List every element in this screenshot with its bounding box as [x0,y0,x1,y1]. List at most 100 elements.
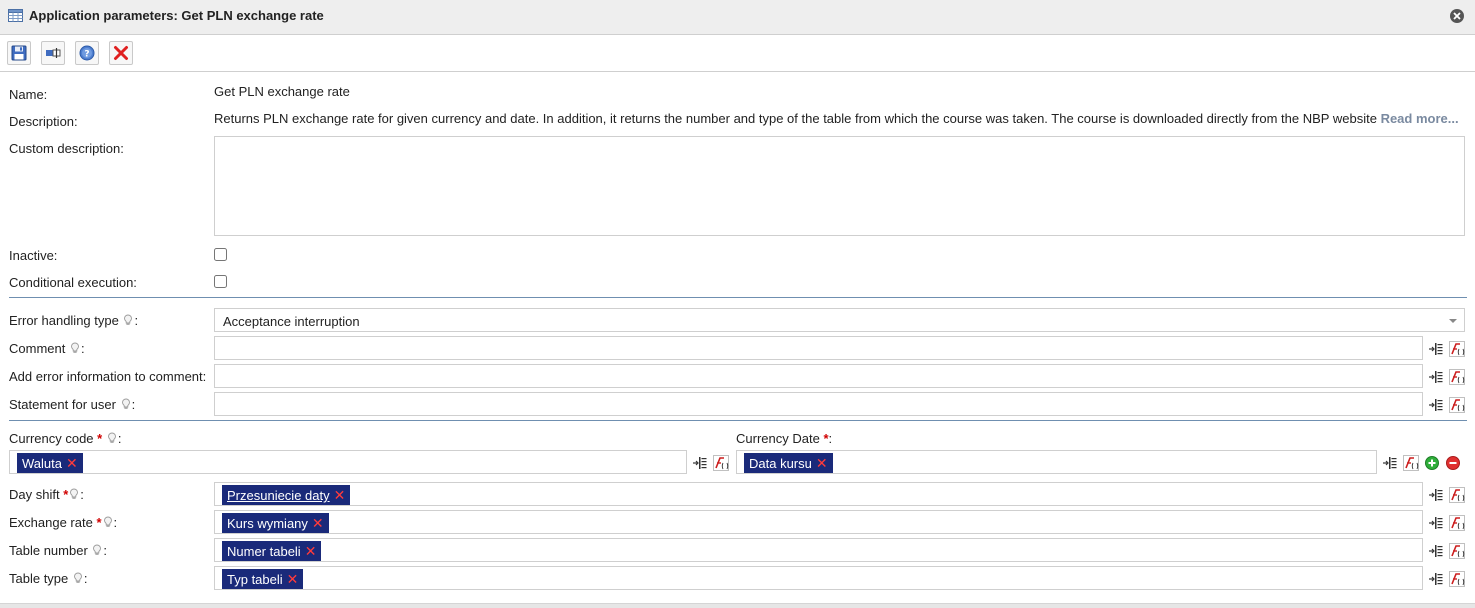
name-value: Get PLN exchange rate [214,84,350,99]
table-type-tag[interactable]: Typ tabeli ✕ [222,569,304,589]
insert-field-icon[interactable] [1428,571,1444,587]
currency-date-tag[interactable]: Data kursu ✕ [744,453,833,473]
close-button[interactable] [1449,8,1465,27]
comment-label-text: Comment [9,341,66,356]
delete-button[interactable] [109,41,133,65]
conditional-execution-checkbox[interactable] [214,275,227,288]
svg-text:?: ? [84,50,89,60]
insert-field-icon[interactable] [692,455,708,471]
description-value: Returns PLN exchange rate for given curr… [214,111,1459,126]
table-number-label-text: Table number [9,543,88,558]
formula-icon[interactable] [1403,455,1419,471]
colon: : [117,431,122,446]
custom-description-textarea[interactable] [214,136,1465,236]
table-type-input[interactable]: Typ tabeli ✕ [214,566,1423,590]
formula-icon[interactable] [1449,341,1465,357]
table-number-tag[interactable]: Numer tabeli ✕ [222,541,322,561]
remove-tag-icon[interactable]: ✕ [334,487,346,503]
error-handling-selected: Acceptance interruption [223,314,360,329]
lightbulb-icon[interactable] [123,314,133,326]
formula-icon[interactable] [713,455,729,471]
table-type-label-text: Table type [9,571,69,586]
formula-icon[interactable] [1449,515,1465,531]
horizontal-scrollbar[interactable] [0,603,1475,608]
save-button[interactable] [7,41,31,65]
exchange-rate-tag[interactable]: Kurs wymiany ✕ [222,513,329,533]
window-title: Application parameters: Get PLN exchange… [29,8,324,23]
custom-description-label: Custom description: [9,141,124,156]
statement-label-text: Statement for user [9,397,116,412]
colon: : [103,543,108,558]
lightbulb-icon[interactable] [73,572,83,584]
remove-tag-icon[interactable]: ✕ [287,571,299,587]
insert-field-icon[interactable] [1428,515,1444,531]
day-shift-label: Day shift *: [9,487,84,502]
tag-label: Waluta [22,456,62,471]
required-marker: * [63,487,69,502]
remove-tag-icon[interactable]: ✕ [66,455,78,471]
read-more-link[interactable]: Read more... [1381,111,1459,126]
remove-tag-icon[interactable]: ✕ [305,543,317,559]
add-error-info-input[interactable] [214,364,1423,388]
inactive-checkbox[interactable] [214,248,227,261]
currency-date-input[interactable]: Data kursu ✕ [736,450,1377,474]
colon: : [134,313,139,328]
conditional-execution-label: Conditional execution: [9,275,137,290]
insert-field-icon[interactable] [1428,341,1444,357]
formula-icon[interactable] [1449,397,1465,413]
insert-field-icon[interactable] [1382,455,1398,471]
lightbulb-icon[interactable] [121,398,131,410]
lightbulb-icon[interactable] [69,488,79,500]
window-titlebar: Application parameters: Get PLN exchange… [0,0,1475,35]
day-shift-tag[interactable]: Przesuniecie daty ✕ [222,485,351,505]
insert-field-icon[interactable] [1428,369,1444,385]
comment-label: Comment : [9,341,85,356]
tag-label: Typ tabeli [227,572,283,587]
exchange-rate-label-text: Exchange rate [9,515,93,530]
save-icon [11,45,27,61]
error-handling-label-text: Error handling type [9,313,119,328]
lightbulb-icon[interactable] [107,432,117,444]
formula-icon[interactable] [1449,369,1465,385]
tag-label: Kurs wymiany [227,516,308,531]
insert-field-icon[interactable] [1428,397,1444,413]
remove-circle-icon[interactable] [1445,455,1461,471]
variables-button[interactable] [41,41,65,65]
comment-input[interactable] [214,336,1423,360]
formula-icon[interactable] [1449,571,1465,587]
currency-code-tag[interactable]: Waluta ✕ [17,453,83,473]
formula-icon[interactable] [1449,487,1465,503]
exchange-rate-label: Exchange rate *: [9,515,117,530]
lightbulb-icon[interactable] [92,544,102,556]
error-handling-label: Error handling type : [9,313,138,328]
insert-field-icon[interactable] [1428,487,1444,503]
exchange-rate-input[interactable]: Kurs wymiany ✕ [214,510,1423,534]
add-circle-icon[interactable] [1424,455,1440,471]
remove-tag-icon[interactable]: ✕ [312,515,324,531]
statement-label: Statement for user : [9,397,135,412]
lightbulb-icon[interactable] [103,516,113,528]
statement-input[interactable] [214,392,1423,416]
tag-label: Przesuniecie daty [227,488,330,503]
colon: : [828,431,833,446]
error-handling-select[interactable]: Acceptance interruption [214,308,1465,332]
required-marker: * [96,515,102,530]
tag-label: Data kursu [749,456,812,471]
insert-field-icon[interactable] [1428,543,1444,559]
currency-code-input[interactable]: Waluta ✕ [9,450,687,474]
table-type-label: Table type : [9,571,88,586]
section-divider [9,420,1467,421]
help-button[interactable]: ? [75,41,99,65]
add-error-info-label: Add error information to comment: [9,369,207,384]
name-label: Name: [9,87,48,102]
formula-icon[interactable] [1449,543,1465,559]
remove-tag-icon[interactable]: ✕ [816,455,828,471]
required-marker: * [97,431,103,446]
description-label: Description: [9,114,78,129]
table-number-label: Table number : [9,543,107,558]
colon: : [131,397,136,412]
currency-code-label-text: Currency code [9,431,94,446]
table-number-input[interactable]: Numer tabeli ✕ [214,538,1423,562]
day-shift-input[interactable]: Przesuniecie daty ✕ [214,482,1423,506]
lightbulb-icon[interactable] [70,342,80,354]
